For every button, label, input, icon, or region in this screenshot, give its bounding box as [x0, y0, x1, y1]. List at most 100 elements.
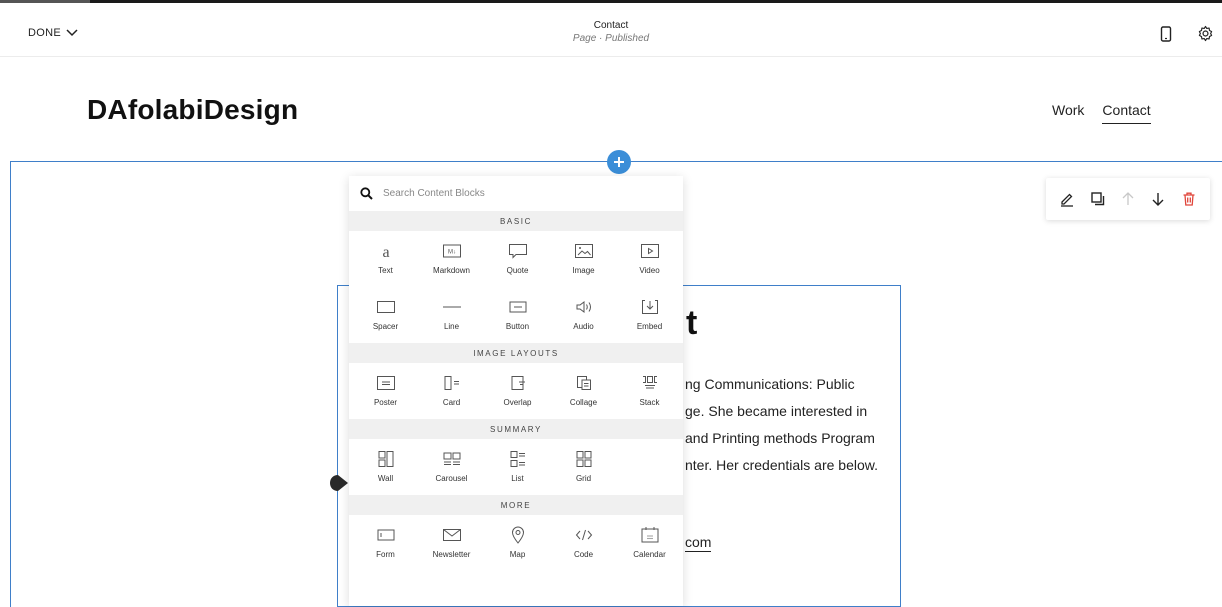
block-tile-card[interactable]: Card — [419, 363, 484, 419]
block-tile-poster[interactable]: Poster — [353, 363, 418, 419]
block-tile-video[interactable]: Video — [617, 231, 682, 287]
code-icon — [573, 525, 595, 545]
block-tile-list[interactable]: List — [485, 439, 550, 495]
block-tile-button[interactable]: Button — [485, 287, 550, 343]
block-tile-quote[interactable]: Quote — [485, 231, 550, 287]
svg-text:M↓: M↓ — [448, 250, 456, 256]
duplicate-button[interactable] — [1089, 190, 1107, 208]
trash-icon — [1183, 192, 1195, 206]
grid-icon — [573, 449, 595, 469]
spacer-icon — [375, 297, 397, 317]
site-nav: Work Contact — [1052, 102, 1151, 124]
block-tile-overlap[interactable]: Overlap — [485, 363, 550, 419]
add-block-button[interactable] — [607, 150, 631, 174]
block-tile-embed[interactable]: Embed — [617, 287, 682, 343]
page-info[interactable]: Contact Page · Published — [0, 20, 1222, 44]
block-text-line[interactable]: ng Communications: Public — [685, 376, 855, 392]
block-text-line[interactable]: nter. Her credentials are below. — [685, 457, 878, 473]
wall-icon — [375, 449, 397, 469]
quote-icon — [507, 241, 529, 261]
category-header-more: MORE — [349, 495, 683, 515]
tile-label: Code — [573, 550, 594, 559]
arrow-up-icon — [1122, 192, 1134, 205]
block-tile-collage[interactable]: Collage — [551, 363, 616, 419]
tile-label: Markdown — [433, 266, 470, 275]
block-text-line[interactable]: ge. She became interested in — [685, 403, 867, 419]
block-tile-markdown[interactable]: M↓ Markdown — [419, 231, 484, 287]
tile-row: Poster Card Overlap Collage Stack — [349, 363, 683, 419]
map-icon — [507, 525, 529, 545]
edit-button[interactable] — [1058, 190, 1076, 208]
block-tile-map[interactable]: Map — [485, 515, 550, 571]
nav-item-work[interactable]: Work — [1052, 102, 1084, 124]
block-text-line[interactable]: and Printing methods Program — [685, 430, 875, 446]
duplicate-icon — [1090, 192, 1104, 206]
tile-label: Audio — [573, 322, 594, 331]
tile-label: Image — [572, 266, 595, 275]
tile-label: Text — [378, 266, 393, 275]
tile-label: Overlap — [503, 398, 532, 407]
nav-item-contact[interactable]: Contact — [1102, 102, 1151, 124]
tile-label: Button — [505, 322, 530, 331]
video-icon — [639, 241, 661, 261]
block-tile-audio[interactable]: Audio — [551, 287, 616, 343]
calendar-icon — [639, 525, 661, 545]
block-tile-newsletter[interactable]: Newsletter — [419, 515, 484, 571]
block-tile-stack[interactable]: Stack — [617, 363, 682, 419]
site-logo[interactable]: DAfolabiDesign — [87, 94, 298, 126]
tile-row: Wall Carousel List Grid — [349, 439, 683, 495]
newsletter-icon — [441, 525, 463, 545]
search-bar — [349, 176, 683, 211]
tile-row: Form Newsletter Map Code Calendar — [349, 515, 683, 571]
audio-icon — [573, 297, 595, 317]
block-email-link[interactable]: com — [685, 534, 712, 552]
block-heading[interactable]: t — [686, 304, 697, 343]
tile-label: Quote — [506, 266, 529, 275]
embed-icon — [639, 297, 661, 317]
content-block-picker: BASIC a Text M↓ Markdown Quote Image Vid… — [349, 176, 683, 606]
tile-label: Card — [442, 398, 461, 407]
tile-label: Wall — [377, 474, 394, 483]
tile-label: Stack — [639, 398, 660, 407]
tile-label: Calendar — [633, 550, 666, 559]
page-status: Page · Published — [572, 33, 650, 44]
block-tile-line[interactable]: Line — [419, 287, 484, 343]
block-tile-form[interactable]: Form — [353, 515, 418, 571]
block-tile-image[interactable]: Image — [551, 231, 616, 287]
text-icon: a — [375, 241, 397, 261]
delete-button[interactable] — [1180, 190, 1198, 208]
form-icon — [375, 525, 397, 545]
move-up-button[interactable] — [1119, 190, 1137, 208]
button-icon — [507, 297, 529, 317]
carousel-icon — [441, 449, 463, 469]
block-tile-grid[interactable]: Grid — [551, 439, 616, 495]
tile-label: Carousel — [435, 474, 468, 483]
card-icon — [441, 373, 463, 393]
block-tile-calendar[interactable]: Calendar — [617, 515, 682, 571]
insert-point-handle[interactable] — [329, 474, 349, 492]
overlap-icon — [507, 373, 529, 393]
poster-icon — [375, 373, 397, 393]
block-tile-wall[interactable]: Wall — [353, 439, 418, 495]
category-header-summary: SUMMARY — [349, 419, 683, 439]
category-header-image-layouts: IMAGE LAYOUTS — [349, 343, 683, 363]
mobile-preview-icon[interactable] — [1160, 26, 1172, 42]
stack-icon — [639, 373, 661, 393]
block-tile-spacer[interactable]: Spacer — [353, 287, 418, 343]
line-icon — [441, 297, 463, 317]
search-input[interactable] — [383, 188, 643, 199]
block-tile-code[interactable]: Code — [551, 515, 616, 571]
gear-icon[interactable] — [1197, 25, 1214, 42]
tile-row: Spacer Line Button Audio Embed — [349, 287, 683, 343]
tile-row: a Text M↓ Markdown Quote Image Video — [349, 231, 683, 287]
collage-icon — [573, 373, 595, 393]
move-down-button[interactable] — [1149, 190, 1167, 208]
block-tile-text[interactable]: a Text — [353, 231, 418, 287]
plus-icon — [614, 157, 624, 167]
tile-label: Form — [376, 550, 395, 559]
tile-label: Line — [443, 322, 460, 331]
arrow-down-icon — [1152, 193, 1164, 206]
markdown-icon: M↓ — [441, 241, 463, 261]
block-tile-carousel[interactable]: Carousel — [419, 439, 484, 495]
tile-label: Grid — [575, 474, 592, 483]
